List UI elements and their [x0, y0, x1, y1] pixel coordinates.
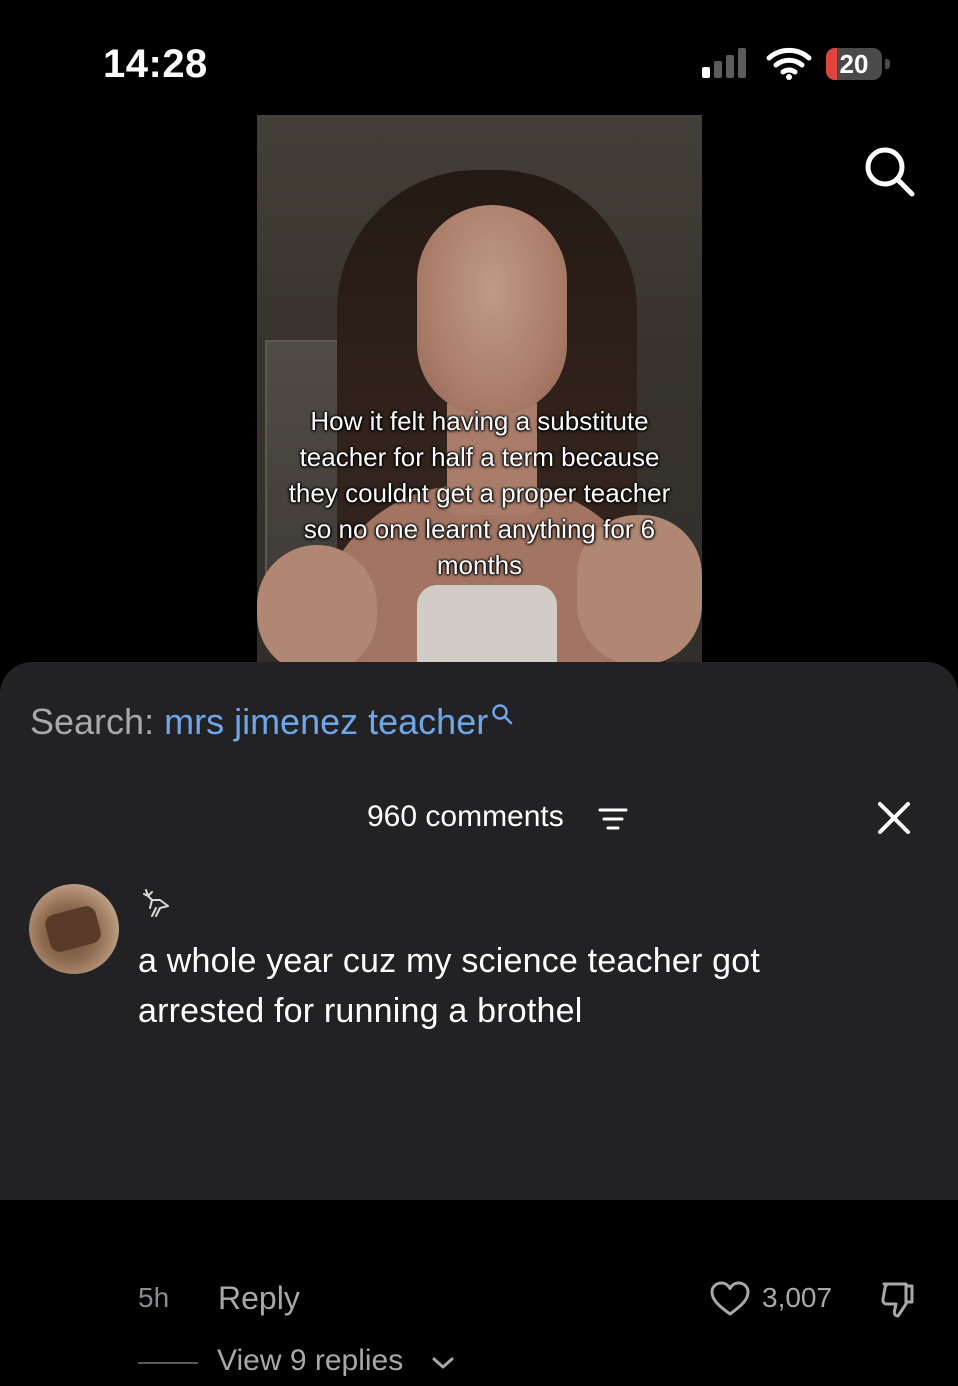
avatar-image-detail [42, 903, 104, 955]
search-icon[interactable] [860, 142, 920, 202]
video-player[interactable]: How it felt having a substitute teacher … [257, 115, 702, 665]
view-replies-button[interactable]: View 9 replies [217, 1344, 403, 1378]
view-replies-row[interactable]: View 9 replies [0, 1340, 958, 1386]
comment-time: 5h [138, 1282, 170, 1313]
heart-icon[interactable] [709, 1280, 751, 1318]
avatar[interactable] [29, 884, 119, 974]
search-suggestion-prefix: Search: [30, 701, 155, 742]
comment-meta-row: 5h Reply 3,007 [0, 1260, 958, 1318]
search-icon [492, 704, 513, 725]
sort-icon[interactable] [598, 806, 628, 832]
battery-tip [885, 59, 890, 69]
battery-indicator: 20 [826, 48, 892, 80]
deer-icon[interactable] [138, 886, 174, 920]
comments-count: 960 comments [367, 800, 564, 833]
wifi-icon [766, 47, 812, 80]
cellular-signal-icon [702, 48, 746, 78]
status-time: 14:28 [103, 42, 208, 86]
status-bar: 14:28 20 [0, 0, 958, 110]
video-caption: How it felt having a substitute teacher … [288, 406, 671, 580]
replies-divider [138, 1362, 198, 1364]
battery-level: 20 [839, 49, 869, 79]
chevron-down-icon [432, 1357, 454, 1369]
close-icon[interactable] [876, 800, 912, 836]
comments-sheet: Search: mrs jimenez teacher 960 comments… [0, 662, 958, 1377]
reply-button[interactable]: Reply [218, 1280, 300, 1317]
comments-header: 960 comments [0, 792, 958, 842]
search-suggestion[interactable]: Search: mrs jimenez teacher [30, 700, 514, 744]
like-count: 3,007 [762, 1282, 833, 1313]
battery-body: 20 [826, 48, 882, 80]
thumbs-down-icon[interactable] [876, 1278, 920, 1322]
search-suggestion-query[interactable]: mrs jimenez teacher [164, 701, 488, 742]
comment-text: a whole year cuz my science teacher got … [138, 942, 760, 1030]
